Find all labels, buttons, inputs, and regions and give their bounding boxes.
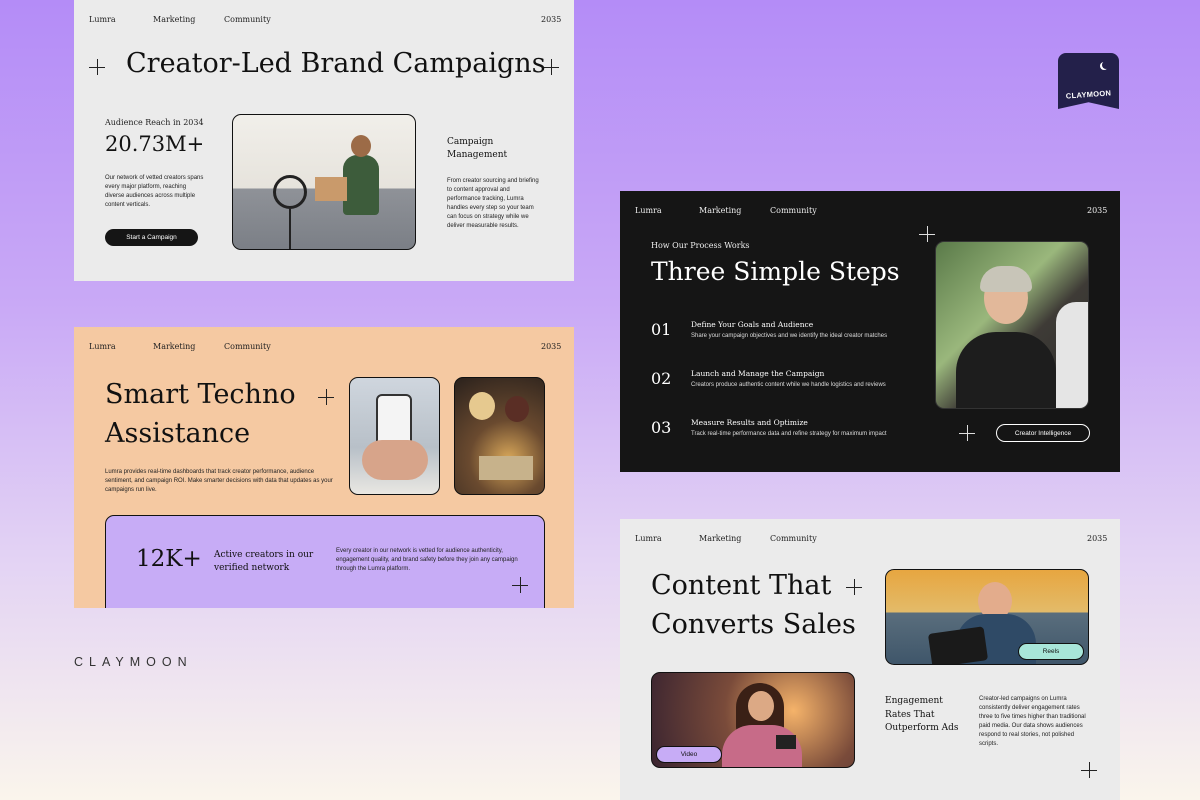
- stat-label: Active creators in our verified network: [214, 550, 314, 573]
- title-line-1: Content That: [651, 570, 832, 601]
- slide-three-simple-steps: Lumra Marketing Community 2035 How Our P…: [620, 191, 1120, 472]
- slide-title: Three Simple Steps: [651, 257, 900, 286]
- step-description: Creators produce authentic content while…: [691, 382, 886, 388]
- step-number: 01: [651, 320, 672, 339]
- nav-marketing[interactable]: Marketing: [153, 15, 195, 24]
- plus-icon: [846, 579, 862, 595]
- plus-icon: [512, 577, 528, 593]
- plus-icon: [919, 226, 935, 242]
- nav-marketing[interactable]: Marketing: [153, 342, 195, 351]
- slide-title: Content That Converts Sales: [651, 566, 856, 644]
- slide-content-that-converts: Lumra Marketing Community 2035 Content T…: [620, 519, 1120, 800]
- slide-smart-techno-assistance: Lumra Marketing Community 2035 Smart Tec…: [74, 327, 574, 608]
- section-title: Engagement Rates That Outperform Ads: [885, 696, 959, 733]
- smiling-woman-photo: [935, 241, 1089, 409]
- title-line-2: Converts Sales: [651, 609, 856, 640]
- nav-year: 2035: [1087, 206, 1108, 215]
- nav-year: 2035: [1087, 534, 1108, 543]
- friends-laptop-photo: [454, 377, 545, 495]
- nav-marketing[interactable]: Marketing: [699, 206, 741, 215]
- stat-label: Audience Reach in 2034: [105, 118, 204, 127]
- nav-brand[interactable]: Lumra: [89, 15, 116, 24]
- plus-icon: [1081, 762, 1097, 778]
- title-line-2: Assistance: [105, 418, 251, 449]
- stat-description: Our network of vetted creators spans eve…: [105, 175, 204, 208]
- moon-icon: [1102, 61, 1110, 69]
- step-title: Launch and Manage the Campaign: [691, 369, 825, 378]
- nav-brand[interactable]: Lumra: [89, 342, 116, 351]
- video-tag[interactable]: Video: [656, 746, 722, 763]
- canvas: { "brand": { "wordmark": "CLAYMOON", "lo…: [0, 0, 1200, 800]
- plus-icon: [89, 59, 105, 75]
- nav-brand[interactable]: Lumra: [635, 534, 662, 543]
- section-description: Creator-led campaigns on Lumra consisten…: [979, 696, 1086, 747]
- nav-community[interactable]: Community: [224, 342, 271, 351]
- nav-community[interactable]: Community: [224, 15, 271, 24]
- nav-community[interactable]: Community: [770, 534, 817, 543]
- slide-title: Creator-Led Brand Campaigns: [126, 48, 546, 79]
- nav-marketing[interactable]: Marketing: [699, 534, 741, 543]
- eyebrow: How Our Process Works: [651, 241, 750, 250]
- section-description: From creator sourcing and briefing to co…: [447, 178, 539, 229]
- description: Lumra provides real-time dashboards that…: [105, 469, 333, 493]
- step-description: Share your campaign objectives and we id…: [691, 333, 888, 339]
- nav-community[interactable]: Community: [770, 206, 817, 215]
- stat-description: Every creator in our network is vetted f…: [336, 548, 518, 572]
- claymoon-logo: CLAYMOON: [1058, 53, 1119, 109]
- section-title: Campaign Management: [447, 137, 508, 160]
- creator-unboxing-photo: [232, 114, 416, 250]
- slide-title: Smart Techno Assistance: [105, 375, 296, 453]
- start-campaign-button[interactable]: Start a Campaign: [105, 229, 198, 246]
- slide-creator-led-campaigns: Lumra Marketing Community 2035 Creator-L…: [74, 0, 574, 281]
- plus-icon: [959, 425, 975, 441]
- plus-icon: [318, 389, 334, 405]
- step-number: 02: [651, 369, 672, 388]
- step-title: Define Your Goals and Audience: [691, 320, 814, 329]
- stat-value: 20.73M+: [105, 132, 205, 156]
- step-title: Measure Results and Optimize: [691, 418, 808, 427]
- reels-tag[interactable]: Reels: [1018, 643, 1084, 660]
- creator-intelligence-button[interactable]: Creator Intelligence: [996, 424, 1090, 442]
- step-description: Track real-time performance data and ref…: [691, 431, 887, 437]
- stat-value: 12K+: [136, 546, 202, 572]
- nav-year: 2035: [541, 15, 562, 24]
- step-number: 03: [651, 418, 672, 437]
- nav-year: 2035: [541, 342, 562, 351]
- title-line-1: Smart Techno: [105, 379, 296, 410]
- stat-card: 12K+ Active creators in our verified net…: [105, 515, 545, 608]
- phone-app-photo: [349, 377, 440, 495]
- claymoon-wordmark: CLAYMOON: [74, 655, 193, 669]
- nav-brand[interactable]: Lumra: [635, 206, 662, 215]
- logo-text: CLAYMOON: [1065, 88, 1112, 101]
